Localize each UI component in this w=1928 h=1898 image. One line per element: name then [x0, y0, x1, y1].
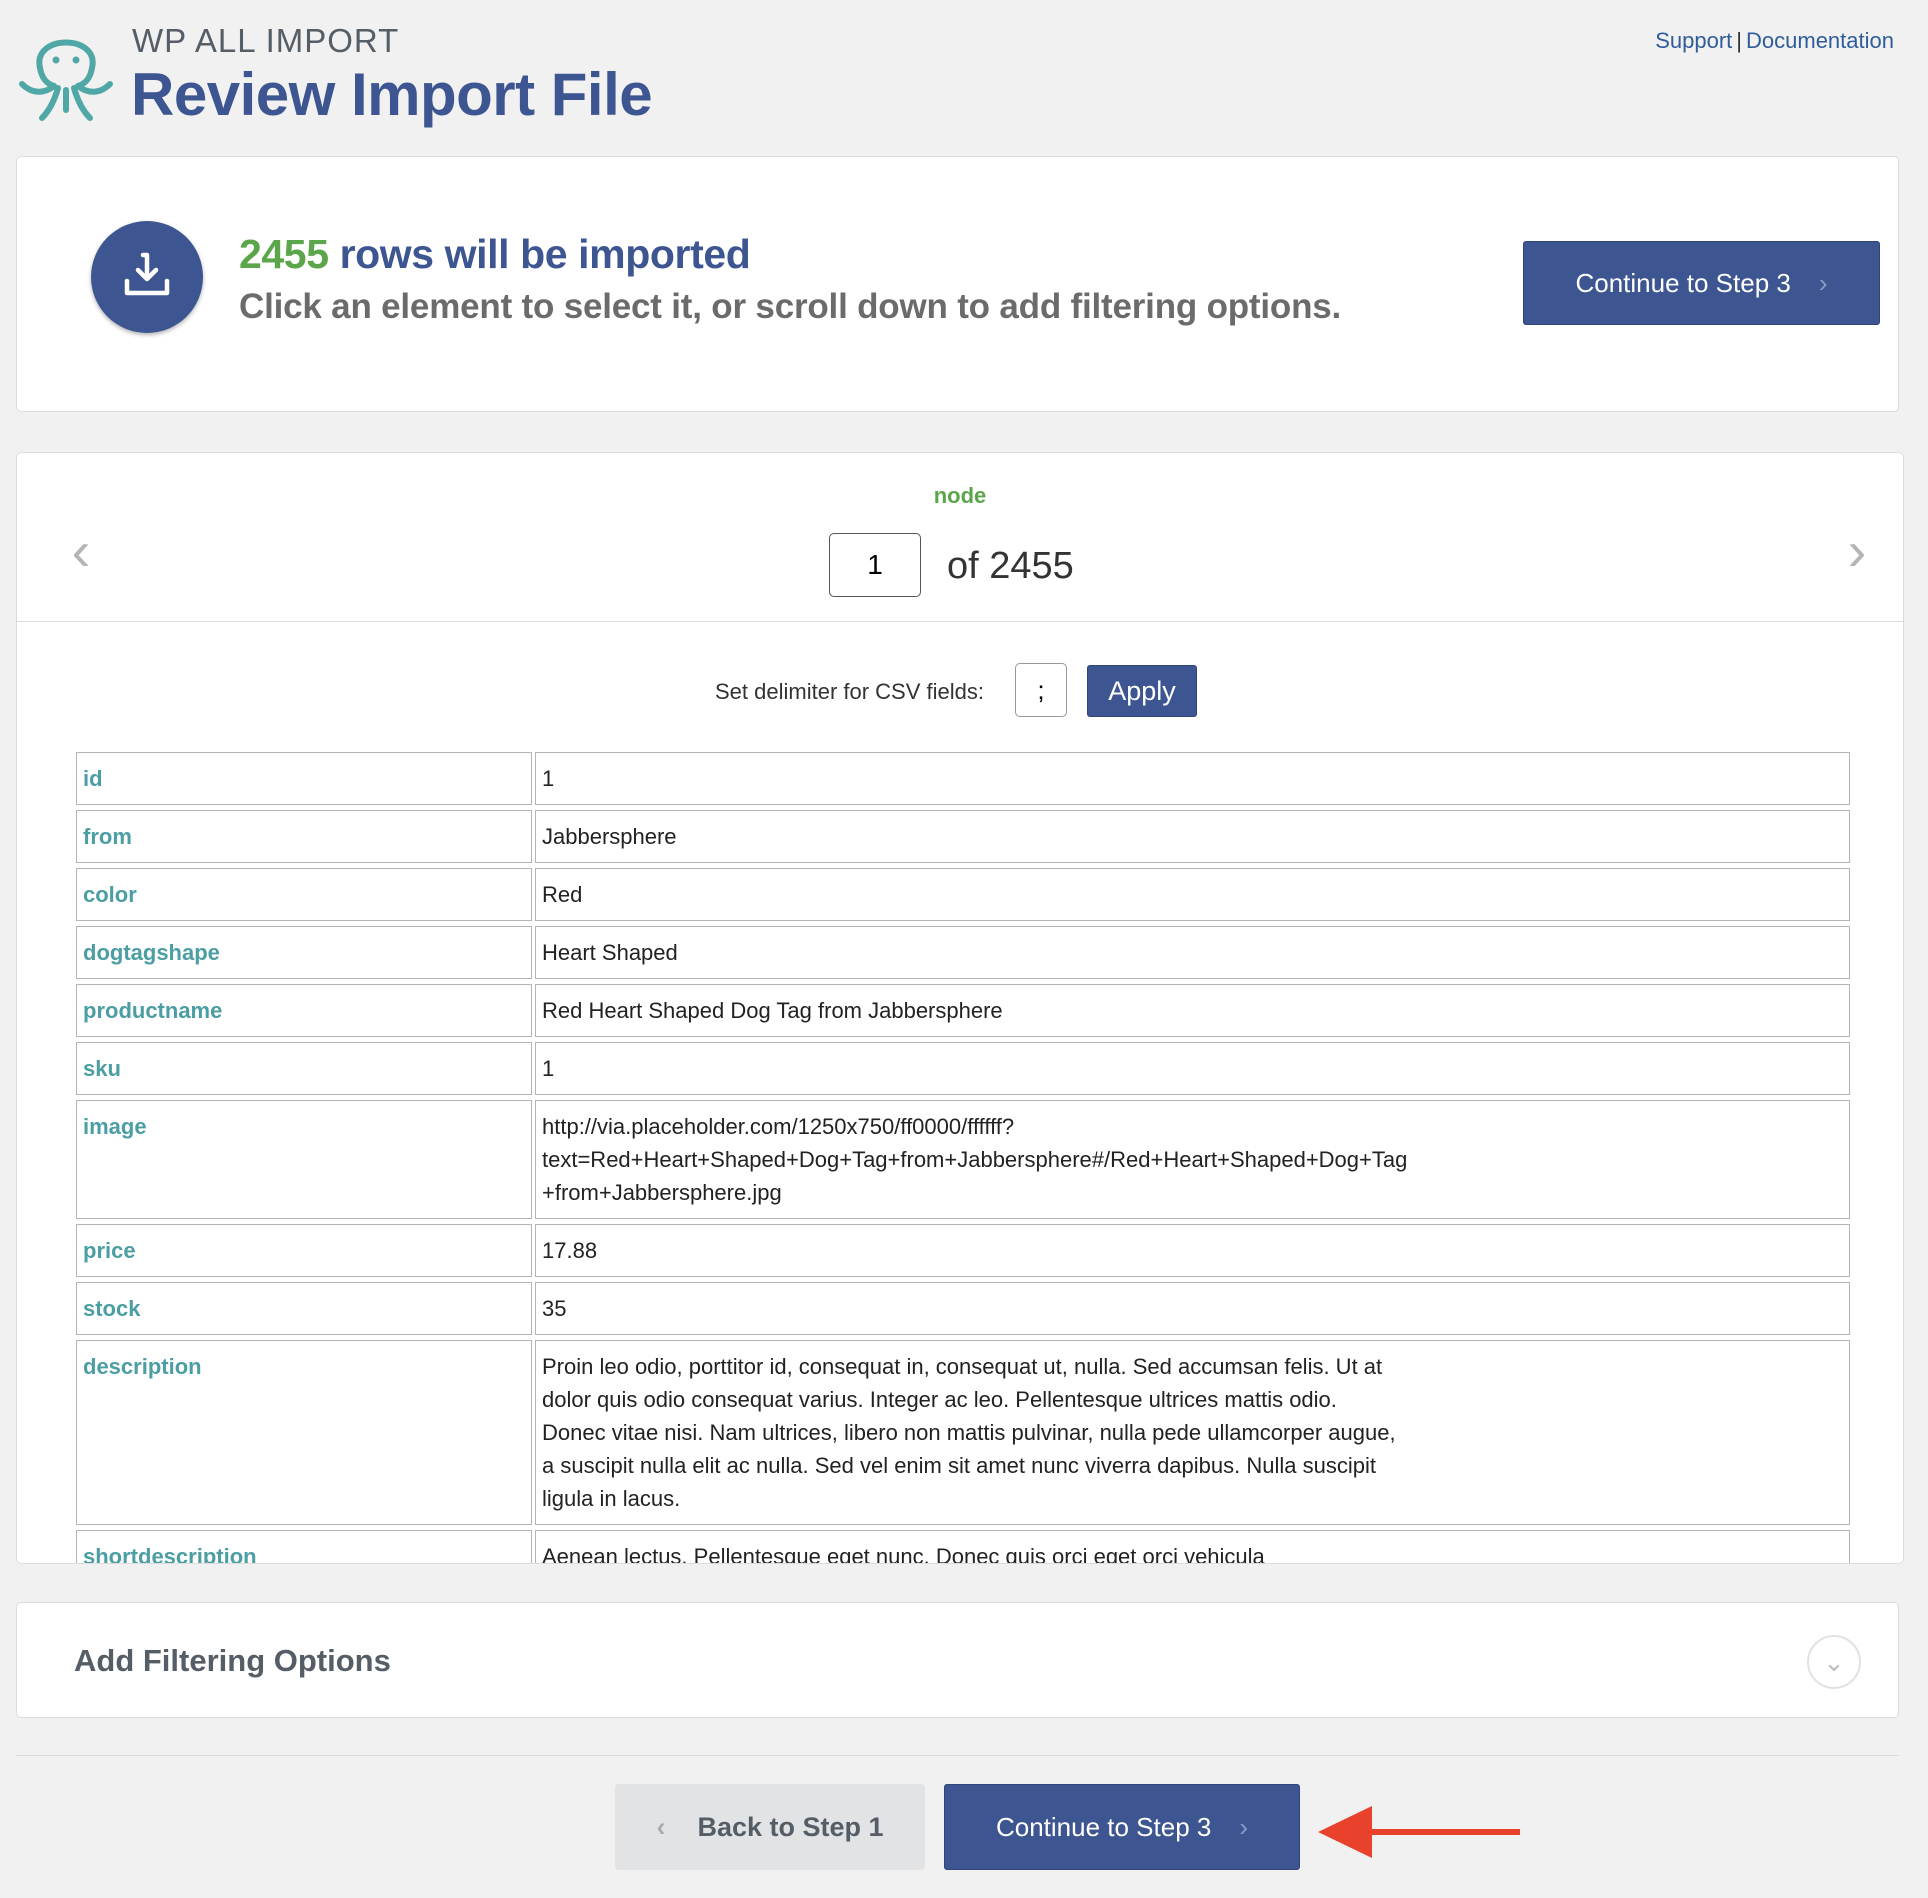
- divider: [17, 621, 1903, 622]
- table-row[interactable]: color Red: [76, 868, 1850, 921]
- field-value[interactable]: Aenean lectus. Pellentesque eget nunc. D…: [535, 1530, 1850, 1563]
- table-row[interactable]: price 17.88: [76, 1224, 1850, 1277]
- record-viewer-panel: node ‹ of 2455 › Set delimiter for CSV f…: [16, 452, 1904, 1564]
- red-arrow-icon: [1318, 1806, 1520, 1858]
- continue-label: Continue to Step 3: [995, 1811, 1212, 1842]
- field-name[interactable]: color: [76, 868, 532, 921]
- node-number-input[interactable]: [829, 533, 921, 597]
- field-value[interactable]: http://via.placeholder.com/1250x750/ff00…: [535, 1100, 1850, 1219]
- rows-count: 2455: [239, 231, 329, 277]
- next-record-icon[interactable]: ›: [1837, 521, 1877, 581]
- rows-text: rows will be imported: [328, 231, 751, 277]
- apply-button[interactable]: Apply: [1087, 665, 1197, 717]
- field-name[interactable]: from: [76, 810, 532, 863]
- link-separator: |: [1736, 28, 1743, 53]
- field-value[interactable]: Jabbersphere: [535, 810, 1850, 863]
- octopus-logo-icon: [19, 39, 113, 121]
- table-row[interactable]: id 1: [76, 752, 1850, 805]
- previous-record-icon[interactable]: ‹: [61, 521, 101, 581]
- field-name[interactable]: stock: [76, 1282, 532, 1335]
- delimiter-label: Set delimiter for CSV fields:: [715, 679, 984, 704]
- field-value[interactable]: 35: [535, 1282, 1850, 1335]
- filtering-options-panel[interactable]: Add Filtering Options ⌄: [16, 1602, 1899, 1718]
- support-link[interactable]: Support: [1655, 28, 1732, 53]
- selection-hint: Click an element to select it, or scroll…: [239, 287, 1342, 326]
- table-row[interactable]: shortdescription Aenean lectus. Pellentes…: [76, 1530, 1850, 1563]
- chevron-down-icon[interactable]: ⌄: [1807, 1635, 1861, 1689]
- field-name[interactable]: dogtagshape: [76, 926, 532, 979]
- page-title: Review Import File: [131, 61, 653, 128]
- field-name[interactable]: sku: [76, 1042, 532, 1095]
- field-name[interactable]: description: [76, 1340, 532, 1525]
- table-row[interactable]: description Proin leo odio, porttitor id,…: [76, 1340, 1850, 1525]
- continue-step3-button-bottom[interactable]: Continue to Step 3 ›: [944, 1784, 1300, 1870]
- chevron-left-icon: ‹: [656, 1811, 666, 1842]
- node-label: node: [933, 483, 987, 508]
- field-name[interactable]: shortdescription: [76, 1530, 532, 1563]
- back-step1-button[interactable]: ‹ Back to Step 1: [615, 1784, 925, 1870]
- table-row[interactable]: productname Red Heart Shaped Dog Tag from…: [76, 984, 1850, 1037]
- chevron-right-icon: ›: [1818, 267, 1828, 298]
- brand-name: WP ALL IMPORT: [132, 22, 400, 59]
- documentation-link[interactable]: Documentation: [1746, 28, 1894, 53]
- field-name[interactable]: image: [76, 1100, 532, 1219]
- field-value[interactable]: 17.88: [535, 1224, 1850, 1277]
- field-name[interactable]: productname: [76, 984, 532, 1037]
- table-row[interactable]: sku 1: [76, 1042, 1850, 1095]
- field-value[interactable]: Red Heart Shaped Dog Tag from Jabbersphe…: [535, 984, 1850, 1037]
- field-name[interactable]: price: [76, 1224, 532, 1277]
- field-value[interactable]: 1: [535, 1042, 1850, 1095]
- continue-step3-button-top[interactable]: Continue to Step 3 ›: [1523, 241, 1880, 325]
- field-value[interactable]: Proin leo odio, porttitor id, consequat …: [535, 1340, 1850, 1525]
- field-value[interactable]: Red: [535, 868, 1850, 921]
- node-total: of 2455: [947, 545, 1074, 587]
- import-summary-panel: 2455 rows will be imported Click an elem…: [16, 156, 1899, 412]
- page-header: WP ALL IMPORT Review Import File Support…: [0, 0, 1928, 150]
- download-tray-icon: [91, 221, 203, 333]
- back-label: Back to Step 1: [697, 1811, 884, 1842]
- field-value[interactable]: 1: [535, 752, 1850, 805]
- header-links: Support | Documentation: [1655, 28, 1894, 54]
- field-name[interactable]: id: [76, 752, 532, 805]
- filtering-options-title: Add Filtering Options: [74, 1643, 391, 1678]
- footer-divider: [16, 1755, 1899, 1756]
- delimiter-input[interactable]: [1015, 663, 1067, 717]
- table-row[interactable]: image http://via.placeholder.com/1250x750…: [76, 1100, 1850, 1219]
- table-row[interactable]: dogtagshape Heart Shaped: [76, 926, 1850, 979]
- table-row[interactable]: stock 35: [76, 1282, 1850, 1335]
- rows-summary: 2455 rows will be imported: [239, 231, 751, 278]
- chevron-right-icon: ›: [1239, 1811, 1249, 1842]
- field-value[interactable]: Heart Shaped: [535, 926, 1850, 979]
- record-table: id 1 from Jabbersphere color Red dogtagshape He…: [73, 747, 1853, 1563]
- continue-label: Continue to Step 3: [1575, 267, 1791, 298]
- table-row[interactable]: from Jabbersphere: [76, 810, 1850, 863]
